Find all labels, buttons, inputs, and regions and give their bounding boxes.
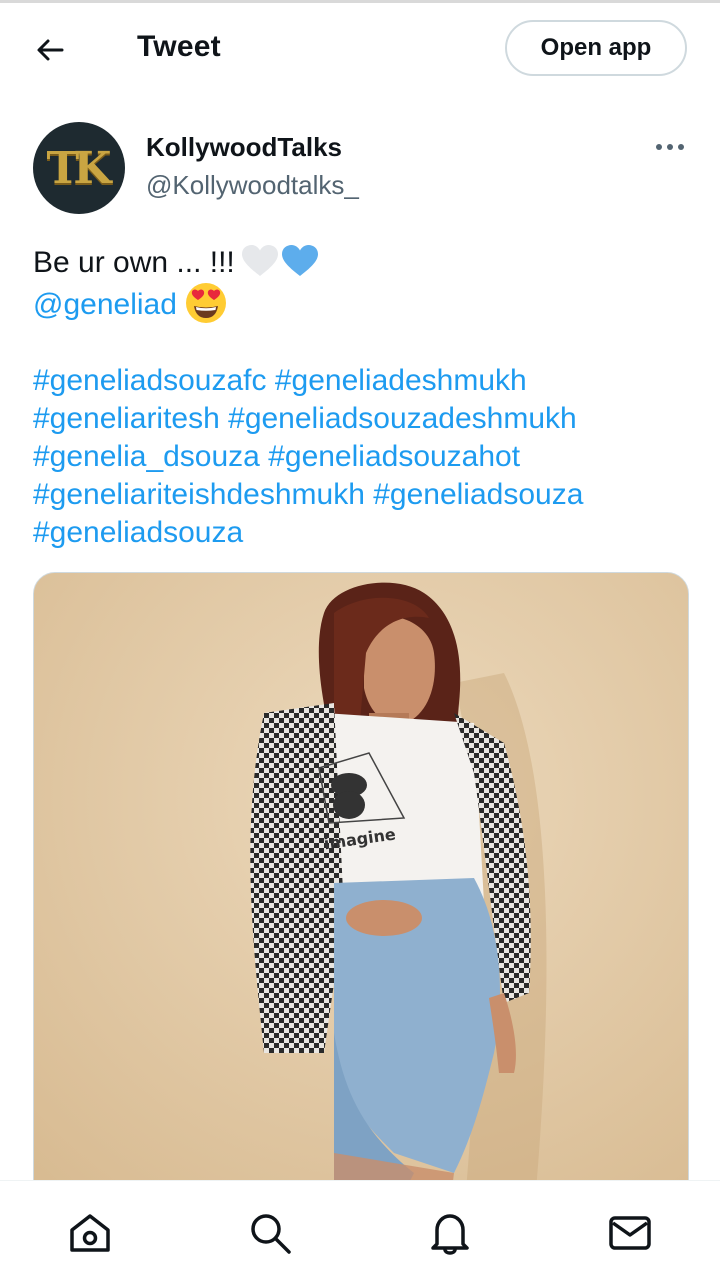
white-heart-icon: [241, 245, 278, 276]
back-button[interactable]: [28, 28, 72, 72]
more-options-button[interactable]: [648, 132, 692, 162]
open-app-button[interactable]: Open app: [505, 20, 687, 76]
nav-messages[interactable]: [602, 1205, 658, 1261]
bottom-nav: [0, 1180, 720, 1281]
hashtag-line[interactable]: #geneliadsouza: [33, 514, 693, 552]
back-arrow-icon: [37, 39, 64, 61]
messages-icon: [609, 1216, 651, 1250]
author-display-name[interactable]: KollywoodTalks: [146, 132, 342, 163]
heart-eyes-emoji-icon: [185, 283, 226, 323]
tweet-media-photo[interactable]: imagine: [33, 572, 689, 1214]
hashtag-line[interactable]: #geneliaritesh #geneliadsouzadeshmukh: [33, 400, 693, 438]
tweet-spacer: [33, 324, 693, 362]
hashtag-line[interactable]: #geneliadsouzafc #geneliadeshmukh: [33, 362, 693, 400]
tweet-line-1: Be ur own ... !!!: [33, 244, 693, 282]
nav-search[interactable]: [242, 1205, 298, 1261]
hashtag-line[interactable]: #geneliariteishdeshmukh #geneliadsouza: [33, 476, 693, 514]
blue-heart-icon: [281, 245, 318, 276]
author-handle[interactable]: @Kollywoodtalks_: [146, 170, 359, 201]
mention-link[interactable]: @geneliad: [33, 288, 177, 321]
home-icon: [70, 1214, 110, 1252]
header: Tweet Open app: [0, 0, 720, 100]
tweet-text: Be ur own ... !!! @geneliad #geneliadsou…: [33, 244, 693, 552]
avatar[interactable]: TK: [33, 122, 125, 214]
tweet-line-2: @geneliad: [33, 282, 693, 324]
page-title: Tweet: [137, 30, 221, 63]
photo-illustration: imagine: [34, 573, 688, 1213]
more-dots-icon: [656, 144, 684, 150]
nav-notifications[interactable]: [422, 1205, 478, 1261]
avatar-initials: TK: [46, 142, 112, 194]
nav-home[interactable]: [62, 1205, 118, 1261]
hashtag-line[interactable]: #genelia_dsouza #geneliadsouzahot: [33, 438, 693, 476]
notifications-icon: [431, 1214, 469, 1255]
search-icon: [251, 1214, 291, 1254]
tweet-text-first: Be ur own ... !!!: [33, 246, 235, 279]
